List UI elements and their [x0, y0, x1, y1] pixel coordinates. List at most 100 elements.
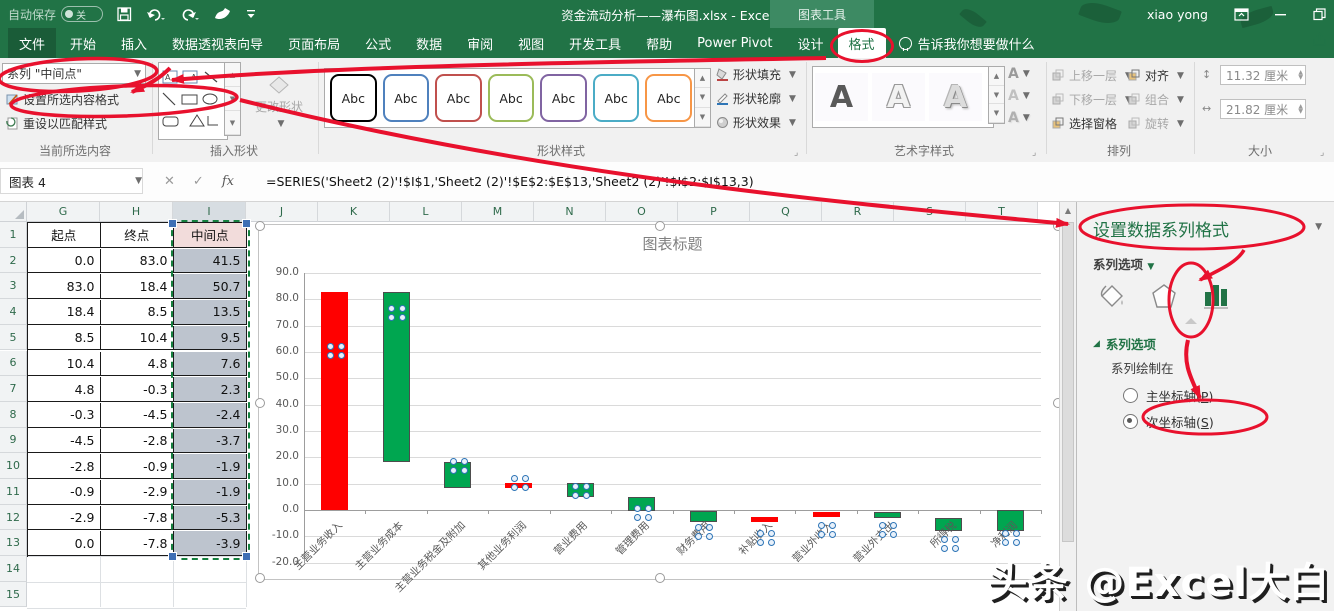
- table-cell[interactable]: -2.8: [101, 428, 174, 454]
- shape-outline-button[interactable]: 形状轮廓 ▼: [716, 90, 796, 107]
- wordart-style-1[interactable]: A: [815, 73, 868, 121]
- chart-element-dropdown[interactable]: 系列 "中间点" ▼: [2, 63, 146, 84]
- arrange-对齐[interactable]: 对齐 ▼: [1128, 67, 1184, 84]
- table-cell[interactable]: -0.3: [101, 377, 174, 402]
- wordart-gallery[interactable]: A A A: [812, 66, 994, 128]
- column-header-J[interactable]: J: [246, 202, 318, 222]
- table-cell[interactable]: -2.8: [28, 454, 101, 479]
- tab-帮助[interactable]: 帮助: [635, 28, 683, 58]
- shape-style-4[interactable]: Abc: [487, 74, 535, 122]
- table-header-cell[interactable]: 终点: [101, 223, 174, 248]
- chart-selection-handle[interactable]: [655, 221, 665, 231]
- minimize-button[interactable]: [1275, 8, 1287, 20]
- column-header-N[interactable]: N: [534, 202, 606, 222]
- series-options-section[interactable]: ◢ 系列选项: [1093, 334, 1156, 353]
- insert-function-icon[interactable]: fx: [222, 174, 234, 189]
- selected-point-marker[interactable]: [510, 474, 529, 491]
- selected-point-marker[interactable]: [633, 504, 652, 521]
- scroll-down-icon[interactable]: ▼: [989, 86, 1004, 105]
- name-box[interactable]: 图表 4 ▼: [0, 168, 143, 194]
- shape-styles-gallery[interactable]: Abc Abc Abc Abc Abc Abc Abc: [324, 68, 698, 128]
- scroll-down-icon[interactable]: ▼: [225, 87, 240, 111]
- table-cell[interactable]: -2.9: [28, 505, 101, 531]
- radio-icon[interactable]: [1123, 388, 1138, 403]
- column-header-O[interactable]: O: [606, 202, 678, 222]
- selected-point-marker[interactable]: [388, 304, 407, 321]
- shape-style-2[interactable]: Abc: [382, 74, 430, 122]
- waterfall-chart[interactable]: 图表标题 90.0 80.0 70.0 60.0 50.0 40.0 30.0 20.0 10.0…: [255, 221, 1063, 595]
- autosave-toggle[interactable]: 自动保存 关: [8, 6, 104, 23]
- row-header-3[interactable]: 3: [0, 273, 27, 300]
- row-header-10[interactable]: 10: [0, 453, 27, 479]
- row-header-5[interactable]: 5: [0, 324, 27, 351]
- tab-Power Pivot[interactable]: Power Pivot: [686, 28, 783, 58]
- tab-开始[interactable]: 开始: [59, 28, 107, 58]
- redo-icon[interactable]: [180, 7, 200, 21]
- table-cell[interactable]: 10.4: [28, 351, 101, 377]
- table-cell[interactable]: -2.9: [101, 480, 174, 505]
- column-header-M[interactable]: M: [462, 202, 534, 222]
- table-cell[interactable]: -7.8: [101, 505, 174, 531]
- wordart-style-2[interactable]: A: [872, 73, 925, 121]
- scroll-up-icon[interactable]: ▲: [989, 67, 1004, 86]
- table-cell[interactable]: 4.8: [101, 351, 174, 377]
- radio-selected-icon[interactable]: [1123, 414, 1138, 429]
- column-header-H[interactable]: H: [100, 202, 173, 222]
- change-shape-button[interactable]: 更改形状 ▼: [248, 76, 310, 129]
- scrollbar-thumb[interactable]: [1062, 222, 1074, 542]
- table-cell[interactable]: 8.5: [101, 300, 174, 325]
- table-cell[interactable]: 18.4: [101, 274, 174, 300]
- tab-数据[interactable]: 数据: [405, 28, 453, 58]
- save-icon[interactable]: [117, 6, 132, 22]
- spinner-icons[interactable]: ▲ ▼: [1298, 104, 1303, 115]
- row-header-12[interactable]: 12: [0, 504, 27, 531]
- tab-开发工具[interactable]: 开发工具: [558, 28, 632, 58]
- selection-handle[interactable]: [242, 219, 251, 228]
- table-cell[interactable]: -0.9: [28, 480, 101, 505]
- table-cell[interactable]: 0.0: [28, 248, 101, 274]
- chart-title[interactable]: 图表标题: [304, 233, 1041, 254]
- selected-point-marker[interactable]: [756, 529, 775, 546]
- table-cell[interactable]: -0.3: [28, 402, 101, 428]
- column-header-L[interactable]: L: [390, 202, 462, 222]
- secondary-axis-radio[interactable]: 次坐标轴(S): [1123, 412, 1214, 431]
- selected-point-marker[interactable]: [695, 524, 714, 541]
- shape-styles-dialog-launcher[interactable]: ⌟: [794, 148, 798, 158]
- text-effects-button[interactable]: A ▼: [1008, 110, 1030, 126]
- chart-selection-handle[interactable]: [255, 221, 265, 231]
- table-cell[interactable]: 8.5: [28, 325, 101, 351]
- wordart-scroll[interactable]: ▲ ▼ ▼: [988, 66, 1005, 124]
- select-all-corner[interactable]: [0, 202, 27, 222]
- tab-文件[interactable]: 文件: [8, 28, 57, 58]
- chart-selection-handle[interactable]: [255, 573, 265, 583]
- shape-style-6[interactable]: Abc: [592, 74, 640, 122]
- scroll-up-icon[interactable]: ▲: [1060, 202, 1076, 219]
- tab-插入[interactable]: 插入: [110, 28, 158, 58]
- selection-handle[interactable]: [242, 552, 251, 562]
- formula-input[interactable]: =SERIES('Sheet2 (2)'!$I$1,'Sheet2 (2)'!$…: [266, 168, 754, 194]
- gallery-more-icon[interactable]: ▼: [695, 108, 710, 127]
- fill-line-tab-icon[interactable]: [1097, 278, 1127, 312]
- row-header-8[interactable]: 8: [0, 401, 27, 428]
- waterfall-bar-营业外收入[interactable]: [812, 512, 840, 518]
- format-selection-button[interactable]: 设置所选内容格式: [6, 91, 119, 108]
- shape-style-1[interactable]: Abc: [330, 74, 377, 122]
- table-cell[interactable]: 4.8: [28, 377, 101, 402]
- column-header-P[interactable]: P: [678, 202, 750, 222]
- selected-point-marker[interactable]: [818, 522, 837, 539]
- selection-handle[interactable]: [168, 552, 177, 562]
- brush-flag-icon[interactable]: [214, 7, 232, 22]
- shape-styles-scroll[interactable]: ▲ ▼ ▼: [694, 68, 711, 128]
- column-header-I[interactable]: I: [173, 202, 246, 222]
- row-header-9[interactable]: 9: [0, 427, 27, 454]
- scroll-up-icon[interactable]: ▲: [695, 69, 710, 89]
- tell-me-search[interactable]: 告诉我你想要做什么: [889, 28, 1045, 58]
- table-cell[interactable]: 10.4: [101, 325, 174, 351]
- wordart-style-3[interactable]: A: [929, 73, 982, 121]
- row-header-7[interactable]: 7: [0, 376, 27, 402]
- effects-tab-icon[interactable]: [1149, 278, 1179, 312]
- row-header-13[interactable]: 13: [0, 530, 27, 557]
- tab-视图[interactable]: 视图: [507, 28, 555, 58]
- tab-审阅[interactable]: 审阅: [456, 28, 504, 58]
- scroll-down-icon[interactable]: ▼: [695, 88, 710, 108]
